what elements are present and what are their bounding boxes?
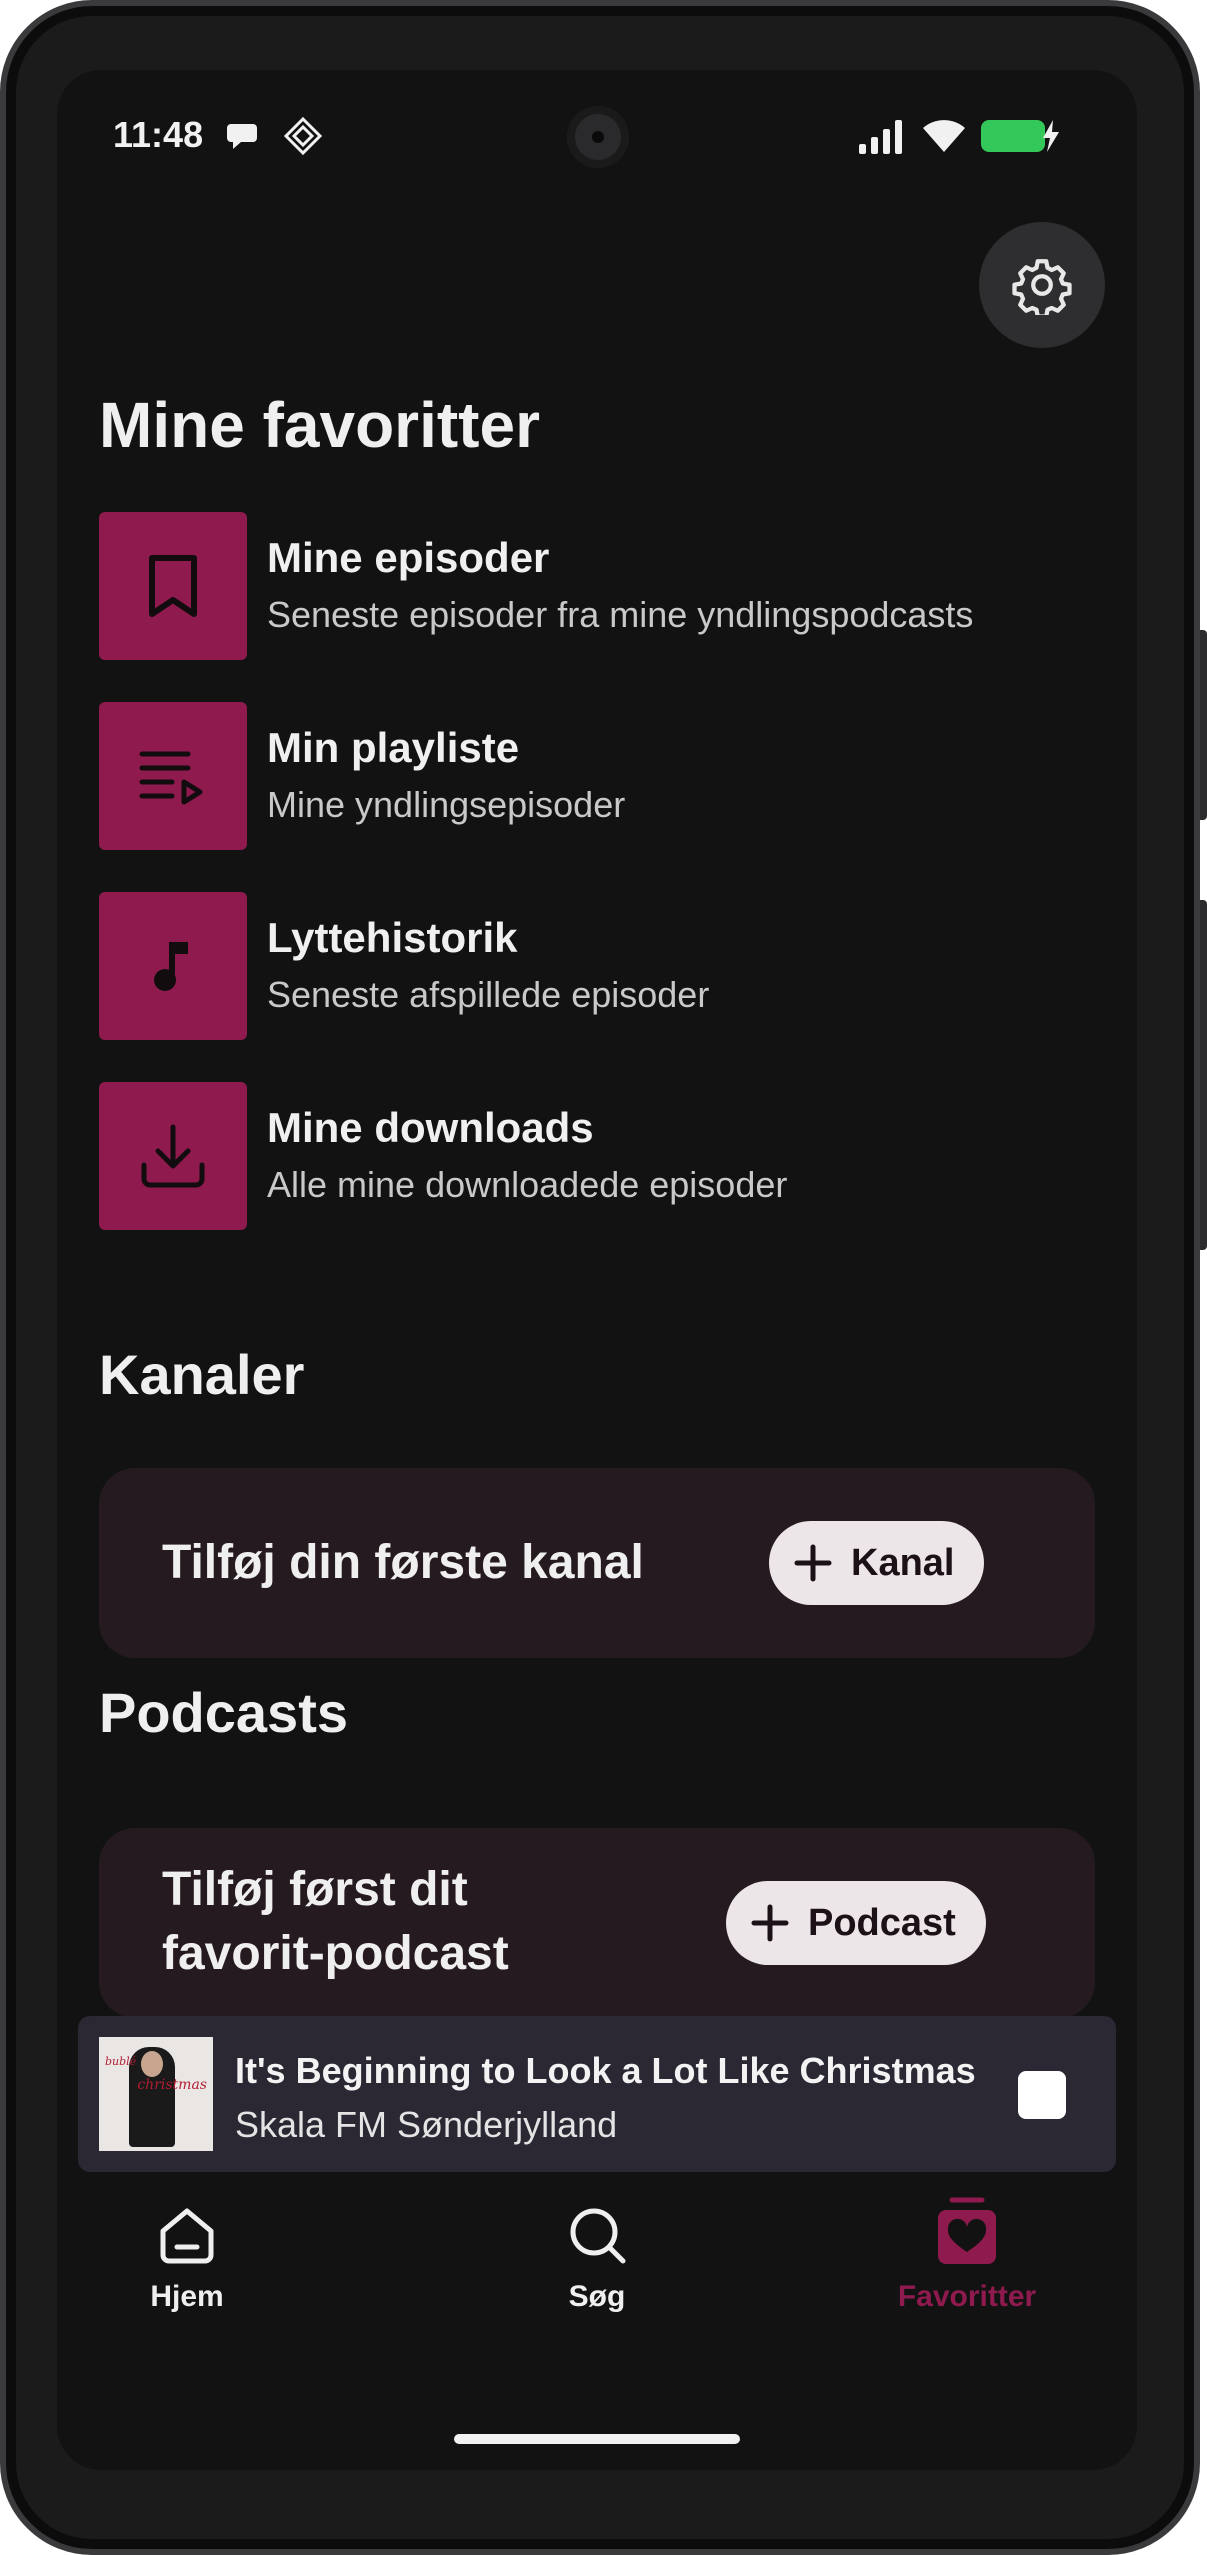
add-channel-label: Kanal [851, 1541, 955, 1584]
app-screen: 11:48 Mine favoritter Mine episoder Sene… [57, 70, 1137, 2470]
plus-icon [794, 1544, 832, 1582]
settings-button[interactable] [979, 222, 1105, 348]
favorites-item-title: Lyttehistorik [267, 914, 518, 961]
nav-home-label: Hjem [150, 2280, 224, 2313]
artwork-face [141, 2051, 163, 2077]
add-channel-button[interactable]: Kanal [769, 1521, 985, 1605]
stop-button[interactable] [1018, 2071, 1066, 2119]
podcasts-empty-text-line1: Tilføj først dit [162, 1863, 468, 1916]
bookmark-icon [149, 555, 197, 617]
now-playing-title: It's Beginning to Look a Lot Like Christ… [235, 2050, 980, 2091]
now-playing-station: Skala FM Sønderjylland [235, 2104, 618, 2145]
add-podcast-button[interactable]: Podcast [726, 1881, 986, 1965]
favorites-item-subtitle: Seneste episoder fra mine yndlingspodcas… [267, 594, 974, 635]
favorites-tile [99, 1082, 247, 1230]
music-note-icon [154, 942, 188, 991]
chat-notification-icon [227, 124, 257, 149]
download-icon [141, 1124, 205, 1188]
favorites-tile [99, 702, 247, 850]
album-artwork: bublé christmas [99, 2037, 213, 2151]
favorites-tile [99, 892, 247, 1040]
podcasts-empty-text-line2: favorit-podcast [162, 1927, 509, 1980]
favorites-item-playlist[interactable]: Min playliste Mine yndlingsepisoder [99, 702, 1099, 850]
bottom-nav: Hjem Søg Favoritter [57, 2188, 1137, 2388]
favorites-item-title: Mine episoder [267, 534, 550, 581]
volume-button [1200, 900, 1207, 1250]
podcasts-heading: Podcasts [99, 1681, 348, 1744]
plus-icon [751, 1904, 789, 1942]
app-notification-icon [283, 116, 323, 156]
channels-heading: Kanaler [99, 1343, 305, 1406]
favorites-item-subtitle: Mine yndlingsepisoder [267, 784, 626, 825]
page-title: Mine favoritter [99, 389, 540, 461]
status-bar: 11:48 [57, 70, 1137, 200]
front-camera [567, 106, 629, 168]
wifi-icon [923, 120, 965, 152]
favorites-icon [938, 2197, 996, 2264]
home-icon [160, 2208, 214, 2264]
favorites-item-subtitle: Seneste afspillede episoder [267, 974, 710, 1015]
battery-icon [981, 120, 1059, 152]
nav-search-label: Søg [568, 2280, 626, 2313]
favorites-item-title: Min playliste [267, 724, 520, 771]
power-button [1200, 630, 1207, 820]
favorites-item-episodes[interactable]: Mine episoder Seneste episoder fra mine … [99, 512, 1099, 660]
nav-favorites[interactable]: Favoritter [837, 2188, 1097, 2388]
artwork-text: christmas [137, 2077, 207, 2093]
channels-empty-card: Tilføj din første kanal Kanal [99, 1468, 1095, 1658]
home-indicator[interactable] [454, 2434, 740, 2444]
nav-favorites-label: Favoritter [897, 2280, 1037, 2313]
favorites-item-title: Mine downloads [267, 1104, 594, 1151]
podcasts-empty-card: Tilføj først dit favorit-podcast Podcast [99, 1828, 1095, 2018]
add-podcast-label: Podcast [808, 1901, 956, 1944]
channels-empty-text: Tilføj din første kanal [162, 1536, 644, 1589]
status-time: 11:48 [113, 114, 204, 155]
artwork-text-small: bublé [105, 2055, 137, 2068]
search-icon [570, 2208, 626, 2264]
favorites-item-history[interactable]: Lyttehistorik Seneste afspillede episode… [99, 892, 1099, 1040]
nav-search[interactable]: Søg [467, 2188, 727, 2388]
podcasts-empty-text: Tilføj først dit favorit-podcast [162, 1858, 509, 1986]
favorites-item-subtitle: Alle mine downloadede episoder [267, 1164, 788, 1205]
favorites-tile [99, 512, 247, 660]
nav-home[interactable]: Hjem [57, 2188, 317, 2388]
favorites-item-downloads[interactable]: Mine downloads Alle mine downloadede epi… [99, 1082, 1099, 1230]
playlist-icon [139, 751, 203, 805]
mini-player[interactable]: bublé christmas It's Beginning to Look a… [78, 2016, 1116, 2172]
signal-icon [859, 120, 902, 154]
gear-icon [1012, 259, 1072, 315]
